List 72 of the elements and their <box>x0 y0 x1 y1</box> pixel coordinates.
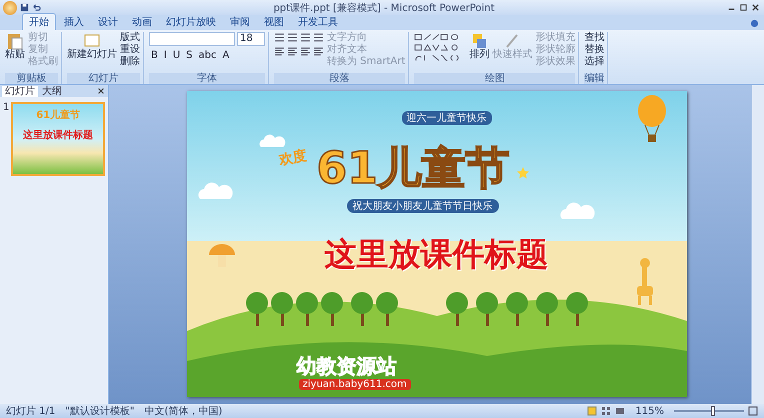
format-button[interactable]: U <box>170 49 182 62</box>
align-icon[interactable] <box>274 46 285 57</box>
ribbon-tab[interactable]: 插入 <box>58 14 90 30</box>
group-label: 绘图 <box>414 73 576 84</box>
align-icon[interactable] <box>300 46 311 57</box>
font-name-field[interactable] <box>149 32 235 46</box>
group-label: 段落 <box>274 73 406 84</box>
language-indicator: 中文(简体，中国) <box>144 404 222 418</box>
panel-tab[interactable]: 大纲 <box>39 86 65 96</box>
brand-logo-text: 幼教资源站 <box>296 353 396 379</box>
slide-counter: 幻灯片 1/1 <box>6 404 56 418</box>
slide-title: 这里放课件标题 <box>324 234 548 275</box>
slide-sorter-icon[interactable] <box>601 406 612 416</box>
list-icon[interactable] <box>274 32 285 43</box>
save-icon[interactable] <box>20 3 29 12</box>
format-button[interactable]: B <box>149 49 160 62</box>
group-label: 剪贴板 <box>5 73 58 84</box>
format-button[interactable]: S <box>184 49 195 62</box>
editing-command[interactable]: 查找 <box>584 32 604 44</box>
greeting-text: 欢度 <box>277 146 308 170</box>
panel-tab[interactable]: 幻灯片 <box>2 86 38 96</box>
font-size-field[interactable]: 18 <box>237 32 265 46</box>
ribbon-tab[interactable]: 幻灯片放映 <box>160 14 222 30</box>
new-slide-button[interactable]: 新建幻灯片 <box>67 32 117 60</box>
slide-number: 1 <box>3 102 10 115</box>
thumbnail-logo: 61儿童节 <box>36 108 80 122</box>
paste-button[interactable]: 粘贴 <box>5 32 25 60</box>
arrange-button[interactable]: 排列 <box>469 32 490 60</box>
normal-view-icon[interactable] <box>587 406 598 416</box>
star-icon <box>516 167 528 179</box>
fit-window-icon[interactable] <box>748 406 758 416</box>
slideshow-icon[interactable] <box>615 406 626 416</box>
stacked-shapes-icon[interactable] <box>471 32 488 50</box>
editing-command[interactable]: 选择 <box>584 56 604 68</box>
slide-command[interactable]: 重设 <box>120 44 140 56</box>
badge-text: 迎六一儿童节快乐 <box>402 111 492 125</box>
align-icon[interactable] <box>313 46 324 57</box>
vertical-scrollbar[interactable] <box>751 85 764 404</box>
zoom-slider-thumb[interactable] <box>710 406 714 416</box>
group-label: 字体 <box>149 73 265 84</box>
group-label: 幻灯片 <box>67 73 140 84</box>
editing-command[interactable]: 替换 <box>584 44 604 56</box>
hot-air-balloon-icon <box>636 95 666 145</box>
slide-thumbnail[interactable]: 61儿童节 这里放课件标题 <box>11 102 105 176</box>
ribbon-tab[interactable]: 设计 <box>92 14 124 30</box>
thumbnail-title: 这里放课件标题 <box>23 128 94 142</box>
close-icon[interactable] <box>751 3 760 12</box>
align-icon[interactable] <box>287 46 298 57</box>
group-label: 编辑 <box>584 73 604 84</box>
zoom-percent[interactable]: 115% <box>635 406 664 416</box>
ribbon-tab[interactable]: 审阅 <box>224 14 256 30</box>
list-icon[interactable] <box>300 32 311 43</box>
list-icon[interactable] <box>313 32 324 43</box>
ribbon-tab[interactable]: 开发工具 <box>292 14 344 30</box>
ribbon-tab[interactable]: 动画 <box>126 14 158 30</box>
slide-command[interactable]: 版式 <box>120 32 140 44</box>
clipboard-icon[interactable] <box>7 32 23 50</box>
format-button[interactable]: abc <box>196 49 218 62</box>
window-title: ppt课件.ppt [兼容模式] - Microsoft PowerPoint <box>272 2 496 14</box>
ribbon-tab[interactable]: 开始 <box>22 13 56 30</box>
close-icon[interactable] <box>97 87 105 95</box>
festival-logo-text: 61儿童节 <box>316 142 510 196</box>
slide-command[interactable]: 删除 <box>120 56 140 68</box>
website-url: ziyuan.baby611.com <box>298 379 411 390</box>
format-button[interactable]: A <box>220 49 232 62</box>
theme-name: "默认设计模板" <box>65 404 134 418</box>
subtitle-banner: 祝大朋友小朋友儿童节节日快乐 <box>346 199 498 213</box>
list-icon[interactable] <box>287 32 298 43</box>
format-button[interactable]: I <box>162 49 169 62</box>
maximize-icon[interactable] <box>739 3 748 12</box>
undo-icon[interactable] <box>32 3 41 12</box>
ribbon-tab[interactable]: 视图 <box>258 14 290 30</box>
